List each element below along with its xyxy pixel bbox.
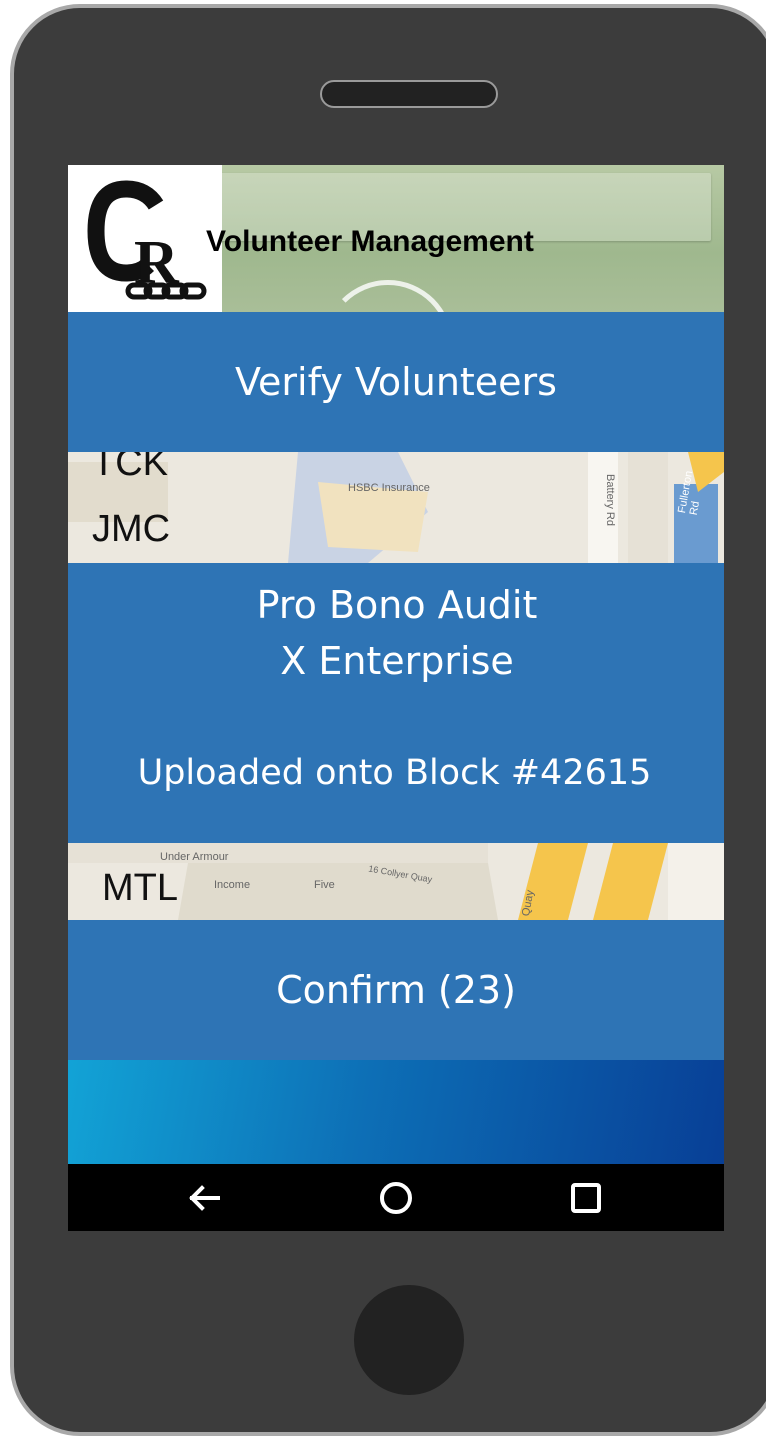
- home-hardware-button[interactable]: [354, 1285, 464, 1395]
- verify-volunteers-label: Verify Volunteers: [235, 360, 557, 404]
- navigation-bar: [68, 1164, 724, 1231]
- cr-logo-icon: R: [87, 180, 207, 300]
- map-strip-bottom: Under Armour Income Five 16 Collyer Quay…: [68, 843, 724, 920]
- confirm-label: Confirm (23): [276, 968, 516, 1012]
- record-entity: X Enterprise: [280, 639, 514, 683]
- map-poi-income: Income: [214, 879, 251, 891]
- map-strip-top: TCK JMC HSBC Insurance Battery Rd Fuller…: [68, 452, 724, 563]
- map-label-tck: TCK: [92, 452, 168, 484]
- app-logo: R: [68, 165, 222, 318]
- home-icon[interactable]: [376, 1178, 416, 1218]
- map-label-jmc: JMC: [92, 508, 171, 550]
- record-title: Pro Bono Audit: [256, 583, 538, 627]
- block-status-banner: Uploaded onto Block #42615: [68, 703, 724, 843]
- speaker-grille: [320, 80, 498, 108]
- confirm-button[interactable]: Confirm (23): [68, 920, 724, 1060]
- map-poi-battery-rd: Battery Rd: [604, 474, 616, 526]
- phone-screen: R Volunteer Management Verify Volunteers…: [68, 165, 724, 1231]
- recents-icon[interactable]: [566, 1178, 606, 1218]
- map-label-mtl: MTL: [102, 867, 178, 909]
- block-status-text: Uploaded onto Block #42615: [137, 753, 652, 793]
- record-card[interactable]: Pro Bono Audit X Enterprise: [68, 563, 724, 703]
- bottom-wallpaper: [68, 1060, 724, 1164]
- map-poi-under-armour: Under Armour: [160, 851, 229, 863]
- back-icon[interactable]: [184, 1178, 224, 1218]
- verify-volunteers-button[interactable]: Verify Volunteers: [68, 312, 724, 452]
- app-title: Volunteer Management: [206, 225, 534, 258]
- map-poi-five: Five: [314, 879, 335, 891]
- map-poi-hsbc: HSBC Insurance: [348, 482, 430, 494]
